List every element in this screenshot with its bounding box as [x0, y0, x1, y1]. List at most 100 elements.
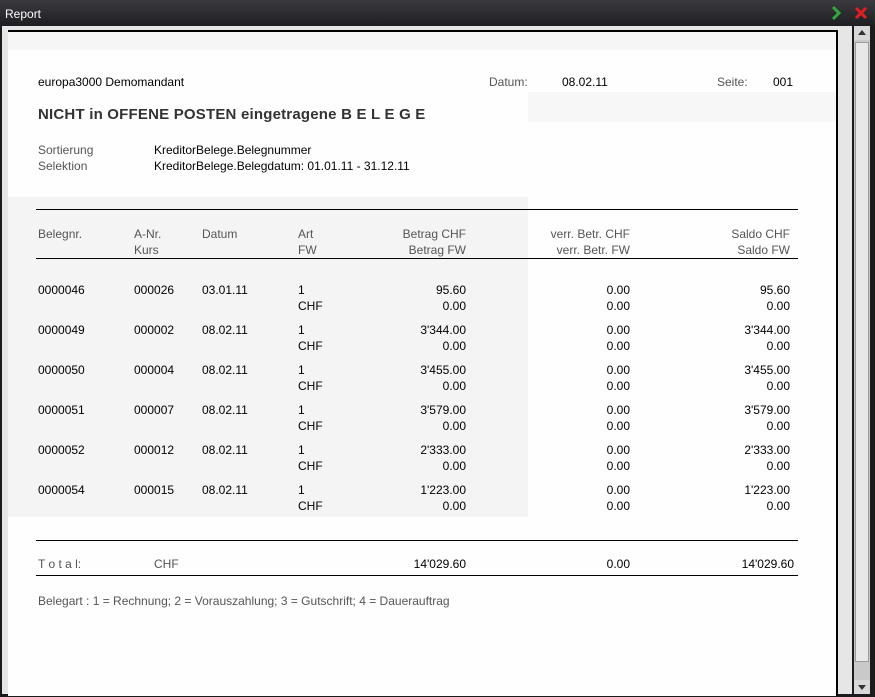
row-betrag: 95.60: [435, 283, 466, 297]
row-verr: 0.00: [606, 403, 630, 417]
total-top-rule: [36, 540, 798, 541]
row-art: 1: [298, 483, 305, 497]
page-label: Seite:: [717, 75, 748, 89]
total-betrag: 14'029.60: [413, 557, 466, 571]
company-name: europa3000 Demomandant: [38, 75, 185, 89]
total-bottom-rule: [36, 575, 798, 576]
date-label: Datum:: [489, 75, 528, 89]
report-page: europa3000 Demomandant Datum: 08.02.11 S…: [8, 30, 838, 696]
row-betrag: 2'333.00: [420, 443, 466, 457]
row-belegnr: 0000054: [38, 483, 85, 497]
row-verr-fw: 0.00: [606, 499, 630, 513]
row-anr: 000026: [134, 283, 175, 297]
row-verr-fw: 0.00: [606, 339, 630, 353]
col-betrag-chf: Betrag CHF: [402, 227, 466, 241]
row-art: 1: [298, 363, 305, 377]
row-belegnr: 0000050: [38, 363, 85, 377]
belegart-legend: Belegart : 1 = Rechnung; 2 = Vorauszahlu…: [38, 594, 450, 608]
col-belegnr: Belegnr.: [38, 227, 83, 241]
row-belegnr: 0000051: [38, 403, 85, 417]
row-art: 1: [298, 443, 305, 457]
row-belegnr: 0000049: [38, 323, 85, 337]
row-fw: CHF: [298, 419, 323, 433]
col-fw: FW: [298, 243, 317, 257]
window-title: Report: [5, 7, 42, 21]
row-saldo: 3'344.00: [744, 323, 790, 337]
row-art: 1: [298, 403, 305, 417]
row-belegnr: 0000046: [38, 283, 85, 297]
total-saldo: 14'029.60: [741, 557, 794, 571]
row-saldo-fw: 0.00: [766, 419, 790, 433]
total-currency: CHF: [154, 557, 179, 571]
row-art: 1: [298, 323, 305, 337]
total-label: T o t a l:: [38, 557, 82, 571]
row-betrag-fw: 0.00: [442, 459, 466, 473]
header-bottom-rule: [36, 258, 798, 259]
date-value: 08.02.11: [562, 75, 608, 89]
row-anr: 000015: [134, 483, 175, 497]
col-verr-fw: verr. Betr. FW: [556, 243, 630, 257]
row-verr: 0.00: [606, 283, 630, 297]
col-art: Art: [298, 227, 314, 241]
row-fw: CHF: [298, 459, 323, 473]
col-saldo-chf: Saldo CHF: [731, 227, 790, 241]
selection-value: KreditorBelege.Belegdatum: 01.01.11 - 31…: [154, 159, 410, 173]
row-betrag-fw: 0.00: [442, 419, 466, 433]
vertical-scrollbar[interactable]: [854, 26, 870, 694]
arrow-down-icon: [858, 685, 866, 690]
header-top-rule: [36, 209, 798, 210]
row-belegnr: 0000052: [38, 443, 85, 457]
row-saldo: 3'579.00: [744, 403, 790, 417]
row-betrag-fw: 0.00: [442, 339, 466, 353]
row-saldo: 3'455.00: [744, 363, 790, 377]
row-saldo: 2'333.00: [744, 443, 790, 457]
row-verr: 0.00: [606, 443, 630, 457]
row-datum: 08.02.11: [202, 483, 248, 497]
col-kurs: Kurs: [134, 243, 159, 257]
row-fw: CHF: [298, 379, 323, 393]
selection-label: Selektion: [38, 159, 88, 173]
sort-value: KreditorBelege.Belegnummer: [154, 143, 312, 157]
row-verr-fw: 0.00: [606, 299, 630, 313]
row-saldo: 1'223.00: [744, 483, 790, 497]
row-saldo-fw: 0.00: [766, 299, 790, 313]
row-art: 1: [298, 283, 305, 297]
scroll-up-button[interactable]: [854, 26, 870, 40]
row-saldo-fw: 0.00: [766, 459, 790, 473]
row-saldo-fw: 0.00: [766, 379, 790, 393]
close-icon[interactable]: [853, 5, 869, 21]
scrollbar-thumb[interactable]: [855, 42, 869, 662]
page-value: 001: [773, 75, 794, 89]
col-datum: Datum: [202, 227, 238, 241]
row-verr: 0.00: [606, 483, 630, 497]
row-anr: 000012: [134, 443, 175, 457]
row-saldo-fw: 0.00: [766, 339, 790, 353]
chevron-right-icon[interactable]: [828, 5, 844, 21]
col-saldo-fw: Saldo FW: [737, 243, 790, 257]
col-anr: A-Nr.: [134, 227, 162, 241]
window-titlebar: Report: [0, 0, 875, 26]
row-betrag-fw: 0.00: [442, 499, 466, 513]
row-saldo-fw: 0.00: [766, 499, 790, 513]
row-verr-fw: 0.00: [606, 379, 630, 393]
report-title: NICHT in OFFENE POSTEN eingetragene B E …: [38, 106, 426, 123]
row-anr: 000004: [134, 363, 175, 377]
row-fw: CHF: [298, 499, 323, 513]
row-verr-fw: 0.00: [606, 419, 630, 433]
row-anr: 000007: [134, 403, 175, 417]
scroll-down-button[interactable]: [854, 680, 870, 694]
row-betrag-fw: 0.00: [442, 379, 466, 393]
col-verr-chf: verr. Betr. CHF: [550, 227, 630, 241]
col-betrag-fw: Betrag FW: [408, 243, 466, 257]
sort-label: Sortierung: [38, 143, 94, 157]
row-datum: 03.01.11: [202, 283, 248, 297]
row-fw: CHF: [298, 339, 323, 353]
row-verr: 0.00: [606, 323, 630, 337]
row-verr-fw: 0.00: [606, 459, 630, 473]
row-betrag: 3'344.00: [420, 323, 466, 337]
row-fw: CHF: [298, 299, 323, 313]
row-betrag: 1'223.00: [420, 483, 466, 497]
row-betrag: 3'455.00: [420, 363, 466, 377]
row-verr: 0.00: [606, 363, 630, 377]
row-datum: 08.02.11: [202, 403, 248, 417]
